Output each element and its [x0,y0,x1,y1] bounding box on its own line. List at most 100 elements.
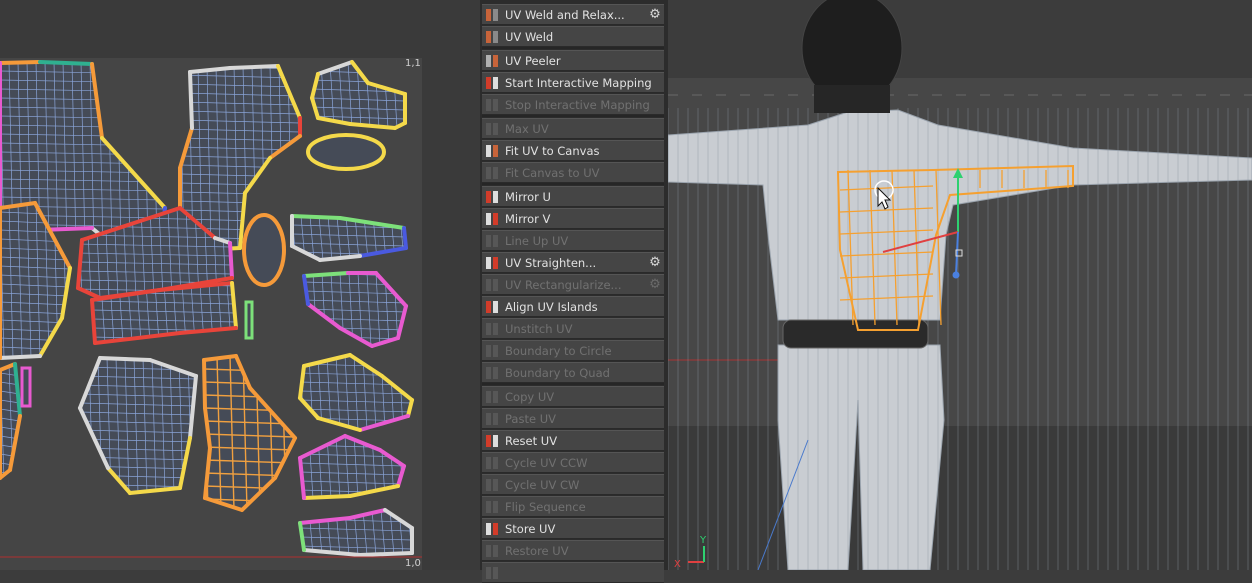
uv-island-selected[interactable] [202,354,299,512]
command-separator [482,47,664,49]
command-uv-straighten-button[interactable]: UV Straighten... ⚙ [482,252,664,273]
uv-island-small-ellipse [242,213,286,287]
copy-uv-icon [485,390,499,404]
command-label: Mirror U [505,189,551,204]
flip-sequence-icon [485,500,499,514]
weld-relax-icon [485,8,499,22]
weld-icon [485,30,499,44]
command-uv-weld-button[interactable]: UV Weld [482,26,664,47]
uv-island-glove-lower[interactable] [302,271,408,348]
uv-island-glove-bottom-2[interactable] [298,434,406,500]
command-label: Boundary to Quad [505,365,610,380]
uv-island-foot-bottom[interactable] [78,356,198,496]
uv-island-strap[interactable] [298,508,414,558]
command-stop-interactive-mapping-button[interactable]: Stop Interactive Mapping [482,94,664,115]
command-label: Paste UV [505,411,556,426]
command-label: UV Straighten... [505,255,597,270]
uv-canvas[interactable] [0,58,422,570]
uv-island-bottom-left[interactable] [0,362,22,480]
command-boundary-to-circle-button[interactable]: Boundary to Circle [482,340,664,361]
uv-editor[interactable]: 1,1 1,0 [0,0,480,570]
command-label: Fit Canvas to UV [505,165,600,180]
boundary-quad-icon [485,366,499,380]
restore-uv-icon [485,544,499,558]
command-label: Stop Interactive Mapping [505,97,650,112]
gear-icon[interactable]: ⚙ [648,8,662,22]
uv-island-strip [244,300,254,340]
viewport-background-bottom [668,426,1252,570]
command-uv-peeler-button[interactable]: UV Peeler [482,50,664,71]
command-store-uv-button[interactable]: Store UV [482,518,664,539]
command-line-up-uv-button[interactable]: Line Up UV [482,230,664,251]
command-separator [482,183,664,185]
command-label: Cycle UV CCW [505,455,588,470]
command-max-uv-button[interactable]: Max UV [482,118,664,139]
unstitch-icon [485,322,499,336]
store-uv-icon [485,522,499,536]
axis-label-x: X [674,559,681,570]
command-label: Mirror V [505,211,551,226]
command-flip-sequence-button[interactable]: Flip Sequence [482,496,664,517]
command-reset-uv-button[interactable]: Reset UV [482,430,664,451]
command-fit-canvas-to-uv-button[interactable]: Fit Canvas to UV [482,162,664,183]
command-label: Restore UV [505,543,569,558]
command-separator [482,383,664,385]
command-label: Unstitch UV [505,321,573,336]
command-mirror-u-button[interactable]: Mirror U [482,186,664,207]
command-label: Copy UV [505,389,555,404]
peeler-icon [485,54,499,68]
command-label: Start Interactive Mapping [505,75,652,90]
viewport-scene[interactable]: XY [668,0,1252,570]
command-label: Align UV Islands [505,299,598,314]
command-start-interactive-mapping-button[interactable]: Start Interactive Mapping [482,72,664,93]
command-unstitch-uv-button[interactable]: Unstitch UV [482,318,664,339]
character-neck-hood [814,85,890,113]
3d-viewport[interactable]: XY [668,0,1252,570]
gear-icon[interactable]: ⚙ [648,278,662,292]
command-restore-uv-button[interactable]: Restore UV [482,540,664,561]
max-uv-icon [485,122,499,136]
reset-uv-icon [485,434,499,448]
gear-icon[interactable]: ⚙ [648,256,662,270]
uv-command-panel: UV Weld and Relax... ⚙ UV Weld UV Peeler Sta… [480,0,668,583]
stop-mapping-icon [485,98,499,112]
uv-island-glove-mid[interactable] [290,214,408,262]
command-boundary-to-quad-button[interactable]: Boundary to Quad [482,362,664,383]
cycle-ccw-icon [485,456,499,470]
command-label: UV Weld and Relax... [505,7,625,22]
command-paste-uv-button[interactable]: Paste UV [482,408,664,429]
fit-uv-icon [485,144,499,158]
command-mirror-v-button[interactable]: Mirror V [482,208,664,229]
partial-icon [485,566,499,580]
command-copy-uv-button[interactable]: Copy UV [482,386,664,407]
uv-island-ellipse [306,133,386,171]
gizmo-z-handle[interactable] [952,271,960,279]
character-belt [782,319,929,349]
cycle-cw-icon [485,478,499,492]
uv-islands[interactable] [0,58,422,570]
command-fit-uv-to-canvas-button[interactable]: Fit UV to Canvas [482,140,664,161]
command-label: Fit UV to Canvas [505,143,600,158]
command-align-uv-islands-button[interactable]: Align UV Islands [482,296,664,317]
mirror-u-icon [485,190,499,204]
rectangularize-icon [485,278,499,292]
command-cycle-uv-cw-button[interactable]: Cycle UV CW [482,474,664,495]
command-partial-button[interactable] [482,562,664,583]
uv-island-glove-bottom[interactable] [298,353,414,432]
uv-corner-label-top: 1,1 [405,58,421,69]
command-separator [482,115,664,117]
command-label: UV Rectangularize... [505,277,622,292]
line-up-icon [485,234,499,248]
command-label: Flip Sequence [505,499,586,514]
uv-island-bottom-strip [20,366,32,408]
uv-corner-label-bottom: 1,0 [405,558,421,569]
paste-uv-icon [485,412,499,426]
boundary-circle-icon [485,344,499,358]
viewport-background-top [668,0,1252,78]
command-uv-weld-and-relax-button[interactable]: UV Weld and Relax... ⚙ [482,4,664,25]
command-label: UV Weld [505,29,554,44]
command-uv-rectangularize-button[interactable]: UV Rectangularize... ⚙ [482,274,664,295]
command-cycle-uv-ccw-button[interactable]: Cycle UV CCW [482,452,664,473]
command-label: Store UV [505,521,556,536]
uv-island-glove-top[interactable] [310,60,407,130]
